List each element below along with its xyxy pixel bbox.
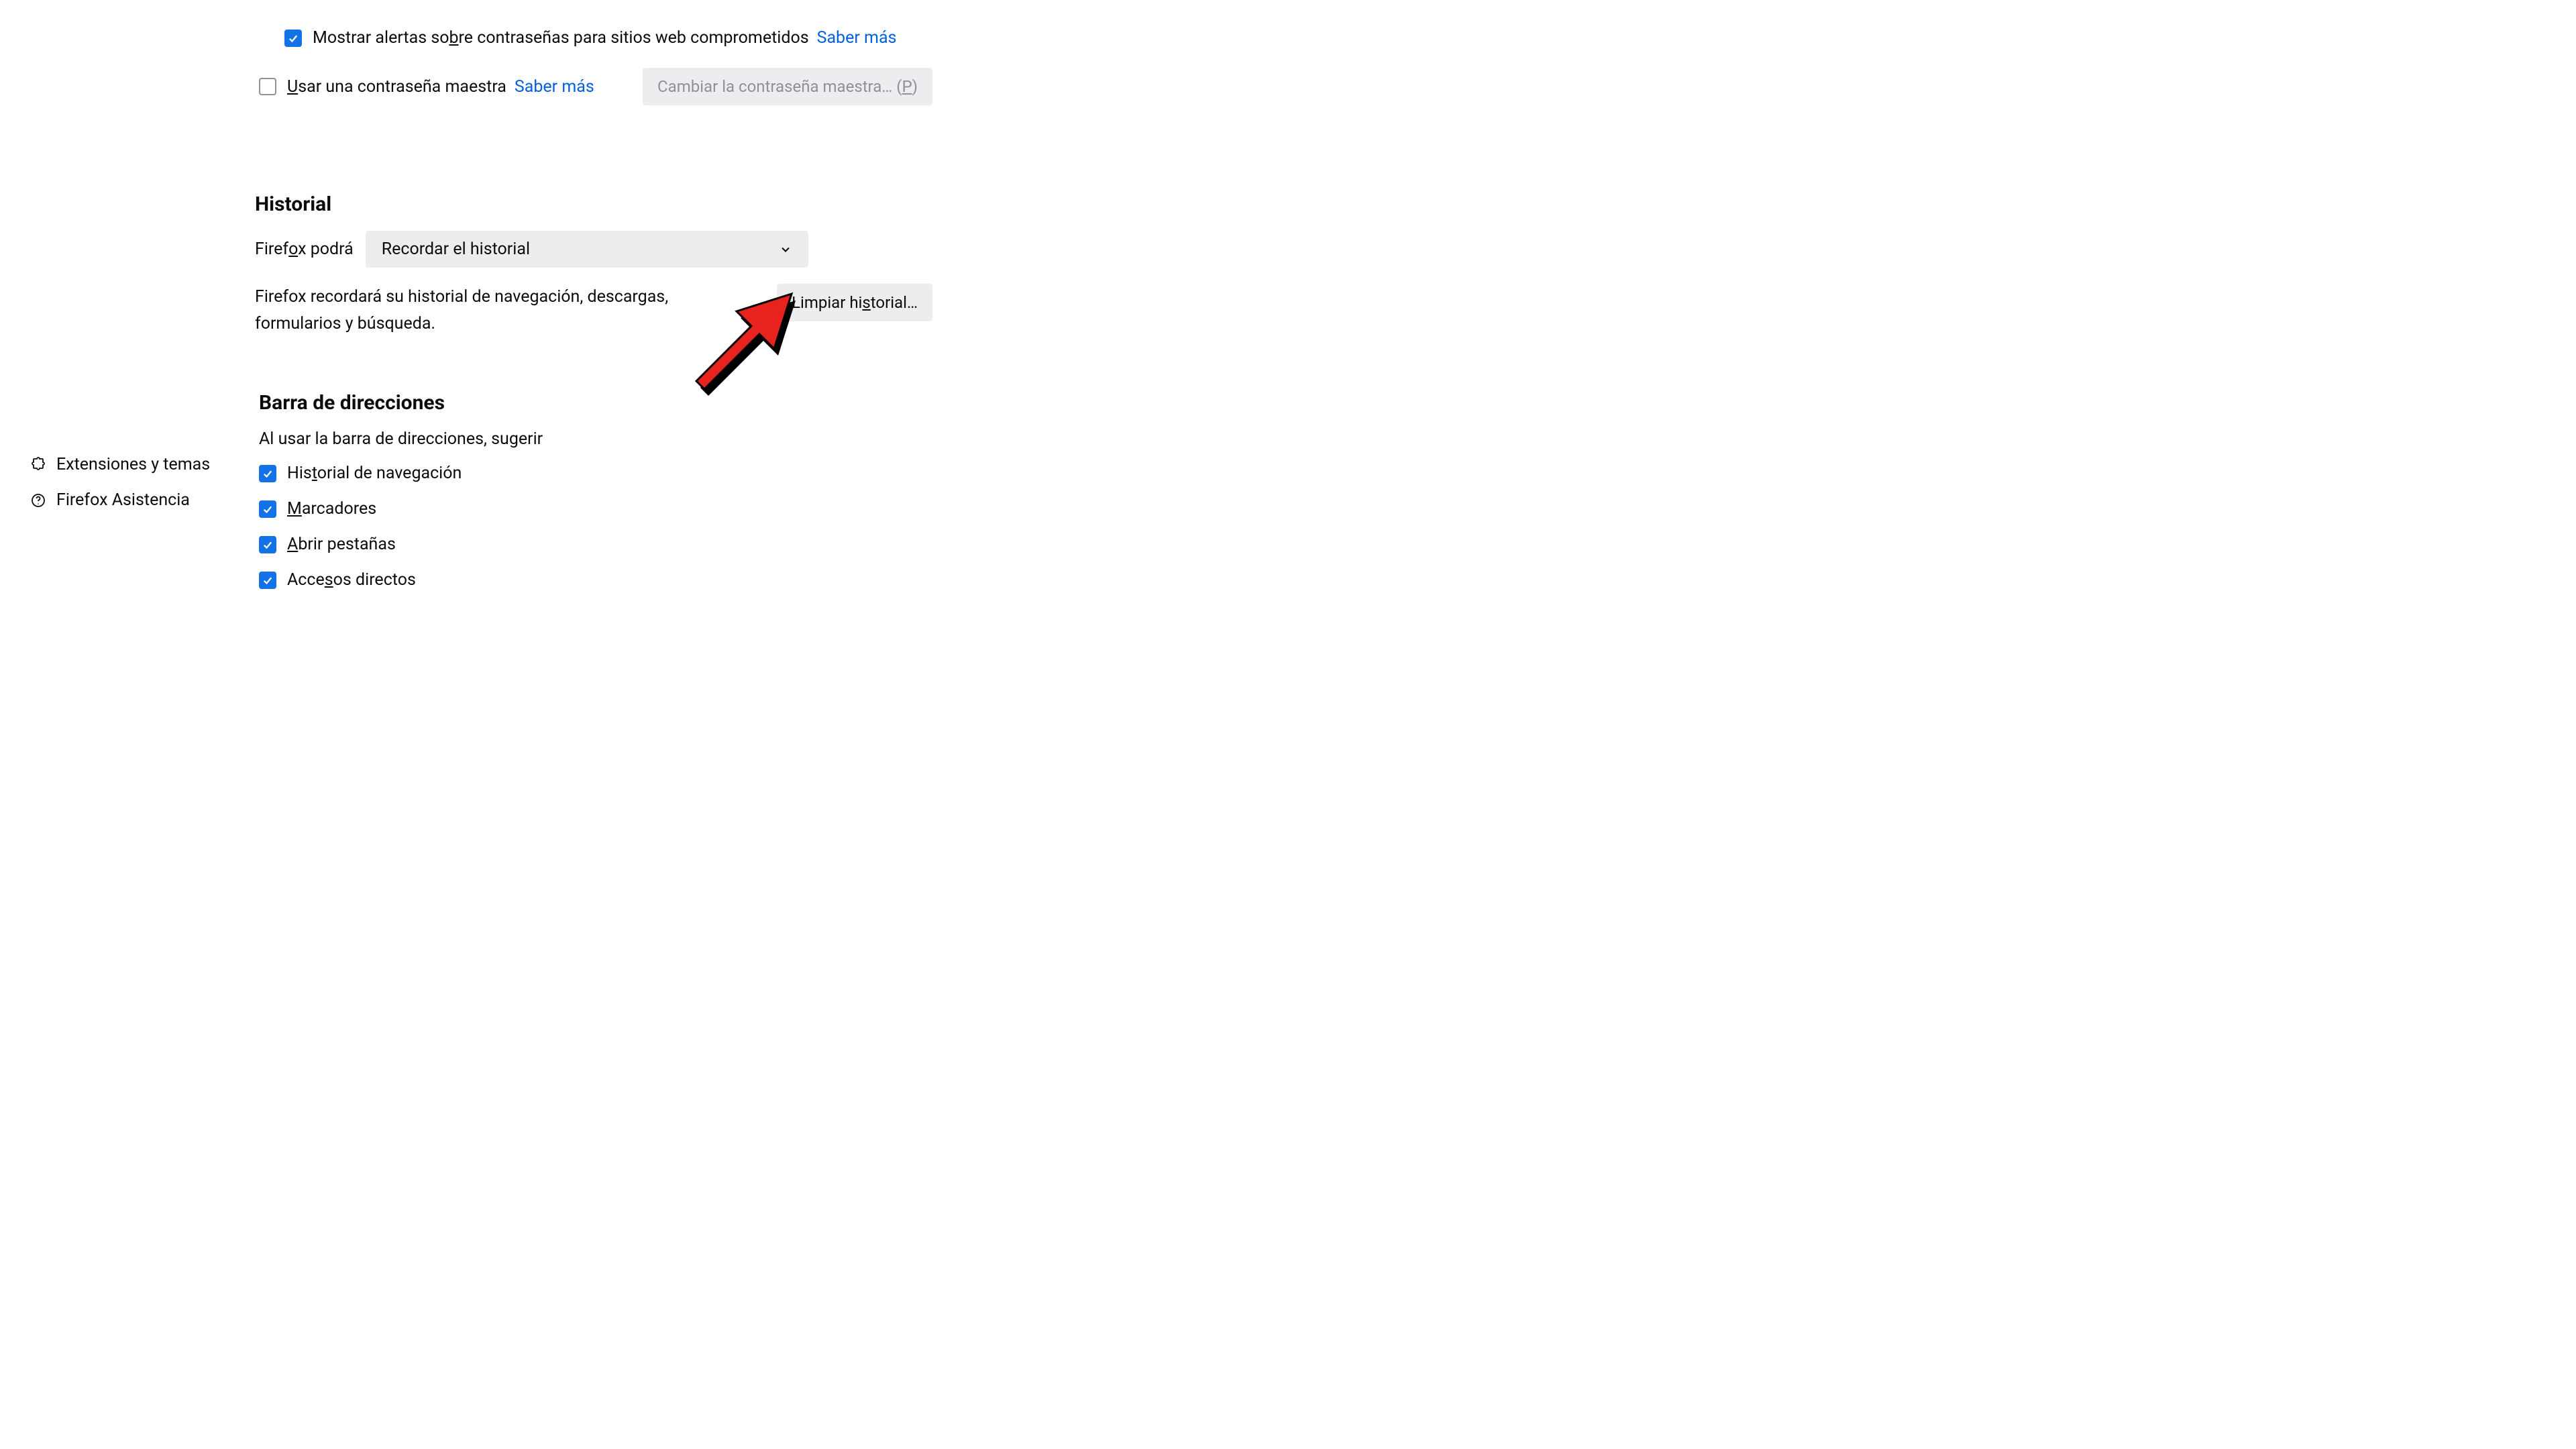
change-master-password-button[interactable]: Cambiar la contraseña maestra… (P) [643,68,932,105]
addressbar-item-3-label: Accesos directos [287,570,416,590]
breach-alerts-learn-more-link[interactable]: Saber más [817,28,897,48]
address-bar-heading: Barra de direcciones [259,391,932,415]
checkbox-addressbar-3[interactable] [259,572,276,589]
checkbox-master-password[interactable] [259,78,276,95]
chevron-down-icon [779,243,792,256]
history-heading: Historial [255,193,932,216]
addressbar-item-2-label: Abrir pestañas [287,535,396,554]
checkbox-addressbar-0[interactable] [259,465,276,482]
clear-history-button[interactable]: Limpiar historial… [777,284,932,321]
sidebar-support-label: Firefox Asistencia [56,490,190,510]
history-mode-selected: Recordar el historial [382,239,530,259]
addressbar-item-1-label: Marcadores [287,499,376,519]
master-password-label: Usar una contraseña maestra [287,77,506,97]
address-bar-intro: Al usar la barra de direcciones, sugerir [259,429,932,449]
breach-alerts-label: Mostrar alertas sobre contraseñas para s… [313,28,809,48]
help-icon [30,492,47,509]
addressbar-item-0-label: Historial de navegación [287,464,462,483]
master-password-learn-more-link[interactable]: Saber más [515,77,594,97]
sidebar-support[interactable]: Firefox Asistencia [30,490,210,510]
checkbox-breach-alerts[interactable] [284,30,302,47]
sidebar-extensions-themes[interactable]: Extensiones y temas [30,455,210,474]
history-description: Firefox recordará su historial de navega… [255,284,738,337]
checkbox-addressbar-2[interactable] [259,536,276,553]
history-mode-label: Firefox podrá [255,239,354,259]
puzzle-icon [30,456,47,474]
sidebar-extensions-label: Extensiones y temas [56,455,210,474]
history-mode-select[interactable]: Recordar el historial [366,231,808,268]
checkbox-addressbar-1[interactable] [259,500,276,518]
